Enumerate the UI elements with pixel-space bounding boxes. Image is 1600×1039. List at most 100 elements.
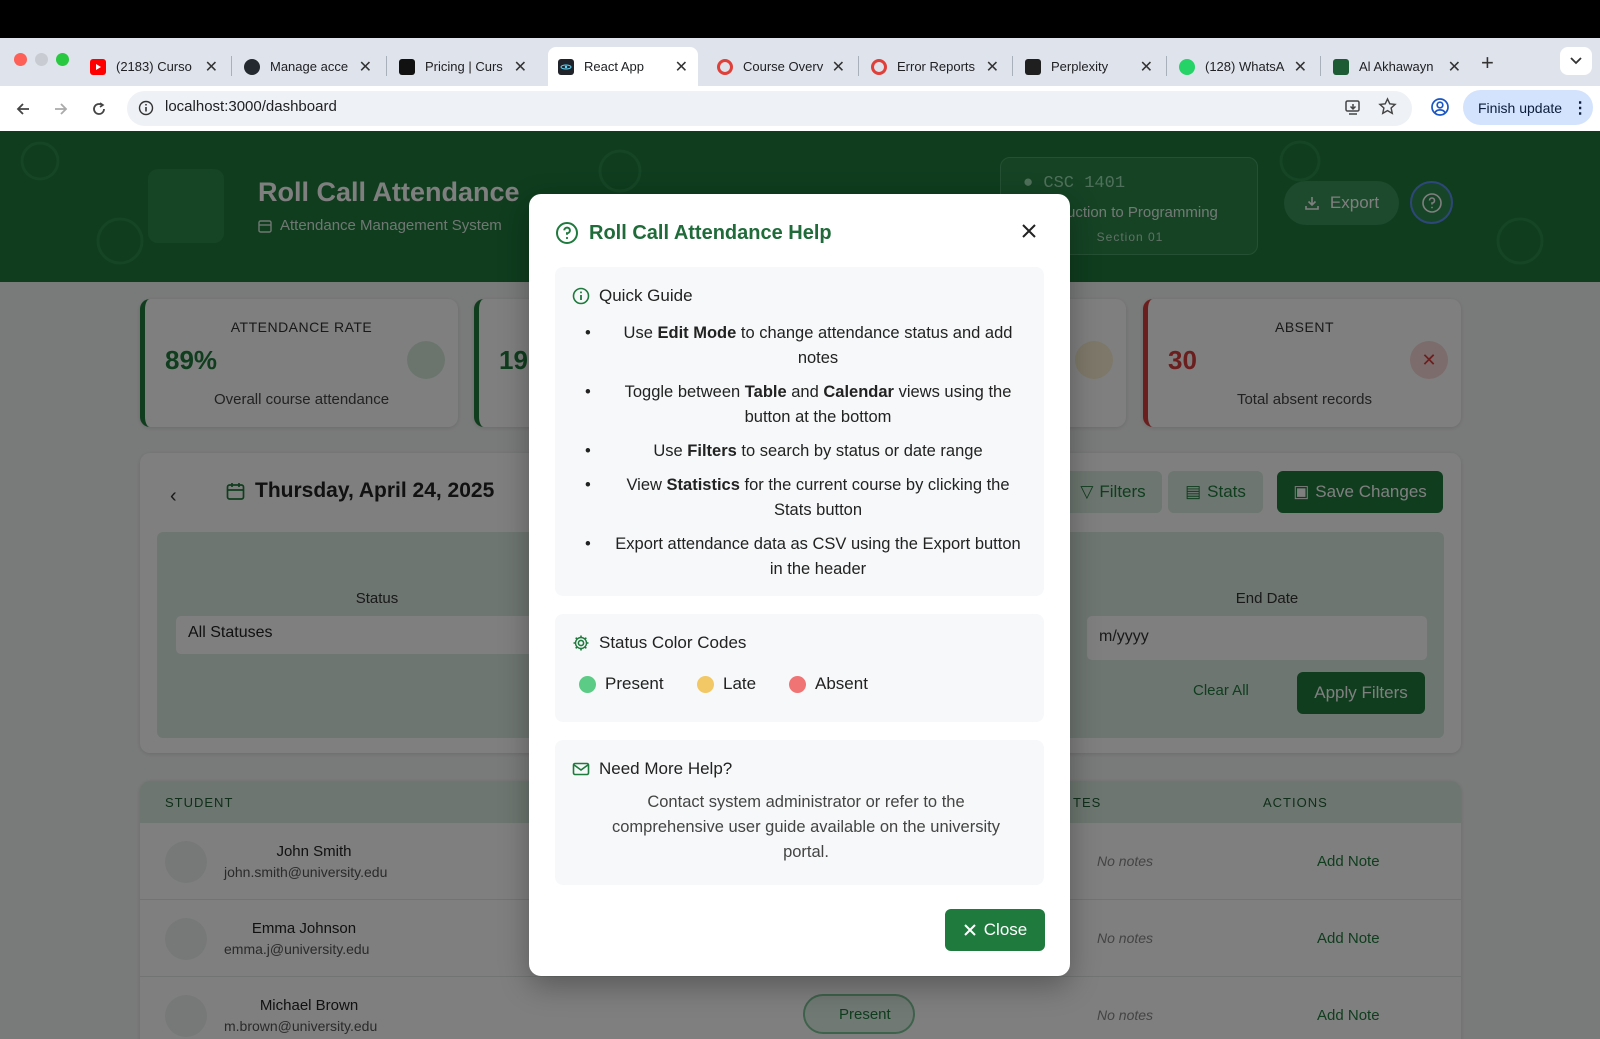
chevron-down-icon (1570, 57, 1582, 65)
need-help-header: Need More Help? (572, 759, 732, 779)
github-icon (244, 58, 260, 75)
tab-title: Course Overv (743, 59, 824, 74)
quick-guide-header: Quick Guide (572, 286, 693, 306)
legend-label: Absent (815, 674, 868, 693)
close-tab-icon[interactable]: ✕ (1448, 57, 1461, 77)
absent-dot (789, 675, 806, 693)
tab-title: React App (584, 59, 644, 74)
legend-label: Present (605, 674, 664, 693)
new-tab-icon[interactable]: + (1481, 50, 1494, 76)
finish-update-label: Finish update (1478, 99, 1563, 116)
tab-title: (128) WhatsA (1205, 59, 1285, 74)
tab-divider (386, 56, 387, 76)
close-tab-icon[interactable]: ✕ (675, 57, 688, 77)
close-tab-icon[interactable]: ✕ (986, 57, 999, 77)
arrow-left-icon (16, 103, 29, 115)
maximize-window-button[interactable] (56, 53, 69, 66)
tab-title: Al Akhawayn (1359, 59, 1434, 74)
tab-search-button[interactable] (1560, 47, 1592, 75)
close-tab-icon[interactable]: ✕ (514, 57, 527, 77)
need-help-section: Need More Help? Contact system administr… (555, 740, 1044, 885)
tab-divider (1166, 56, 1167, 76)
present-dot (579, 675, 596, 693)
modal-header: Roll Call Attendance Help (555, 221, 832, 245)
browser-tab-active[interactable]: React App ✕ (548, 47, 698, 86)
close-icon (964, 924, 976, 936)
need-help-text: Contact system administrator or refer to… (612, 793, 1000, 861)
course-overview-icon (717, 58, 733, 75)
tab-divider (1320, 56, 1321, 76)
close-tab-icon[interactable]: ✕ (205, 57, 218, 77)
guide-list: Use Edit Mode to change attendance statu… (573, 321, 1035, 591)
late-dot (697, 675, 714, 693)
close-button[interactable]: Close (945, 909, 1045, 951)
color-codes-title: Status Color Codes (599, 633, 747, 652)
browser-tab[interactable]: Al Akhawayn ✕ (1323, 47, 1471, 86)
back-button[interactable] (10, 96, 36, 122)
reload-icon (93, 102, 105, 115)
color-codes-header: Status Color Codes (572, 633, 746, 653)
modal-title: Roll Call Attendance Help (589, 221, 832, 244)
error-reports-icon (871, 58, 887, 75)
guide-item: Export attendance data as CSV using the … (573, 532, 1035, 582)
tab-title: Perplexity (1051, 59, 1109, 74)
finish-update-button[interactable]: Finish update ⋮ (1463, 90, 1593, 125)
guide-item: Use Edit Mode to change attendance statu… (573, 321, 1035, 371)
help-modal: Roll Call Attendance Help Quick Guide Us… (529, 194, 1070, 976)
browser-tab[interactable]: Manage acce ✕ (234, 47, 382, 86)
browser-tab[interactable]: Course Overv ✕ (707, 47, 855, 86)
legend-present: Present (579, 674, 664, 694)
site-info-icon[interactable] (138, 100, 154, 116)
forward-button[interactable] (48, 96, 74, 122)
close-tab-icon[interactable]: ✕ (1140, 57, 1153, 77)
bookmark-star-icon[interactable] (1378, 97, 1397, 116)
quick-guide-title: Quick Guide (599, 286, 693, 305)
tab-title: Pricing | Curs (425, 59, 503, 74)
browser-tab[interactable]: Error Reports ✕ (861, 47, 1009, 86)
tab-divider (858, 56, 859, 76)
more-menu-icon[interactable]: ⋮ (1572, 98, 1588, 118)
browser-tab[interactable]: (2183) Curso ✕ (80, 47, 228, 86)
profile-icon[interactable] (1430, 97, 1450, 117)
arrow-right-icon (55, 103, 68, 115)
close-tab-icon[interactable]: ✕ (1294, 57, 1307, 77)
close-window-button[interactable] (14, 53, 27, 66)
whatsapp-icon (1179, 58, 1195, 75)
url-text: localhost:3000/dashboard (165, 98, 337, 115)
mail-icon (572, 762, 590, 776)
close-label: Close (983, 920, 1028, 939)
legend-label: Late (723, 674, 757, 693)
question-circle-icon (556, 222, 578, 244)
need-help-title: Need More Help? (599, 759, 733, 778)
legend-late: Late (697, 674, 756, 694)
os-top-bar (0, 0, 1600, 38)
perplexity-icon (1025, 58, 1041, 75)
status-color-codes-section: Status Color Codes Present Late Absent (555, 614, 1044, 722)
browser-tab[interactable]: Pricing | Curs ✕ (389, 47, 537, 86)
tab-divider (231, 56, 232, 76)
tab-title: (2183) Curso (116, 59, 192, 74)
react-icon (558, 58, 574, 75)
guide-item: Toggle between Table and Calendar views … (573, 380, 1035, 430)
tab-title: Error Reports (897, 59, 976, 74)
browser-tab[interactable]: (128) WhatsA ✕ (1169, 47, 1317, 86)
reload-button[interactable] (86, 96, 112, 122)
gear-icon (573, 635, 589, 651)
guide-item: Use Filters to search by status or date … (573, 439, 1035, 464)
browser-tab[interactable]: Perplexity ✕ (1015, 47, 1163, 86)
close-tab-icon[interactable]: ✕ (359, 57, 372, 77)
legend-absent: Absent (789, 674, 868, 694)
close-tab-icon[interactable]: ✕ (832, 57, 845, 77)
tab-title: Manage acce (270, 59, 349, 74)
youtube-icon (90, 58, 106, 75)
tab-divider (1012, 56, 1013, 76)
guide-item: View Statistics for the current course b… (573, 473, 1035, 523)
install-app-icon[interactable] (1344, 98, 1362, 116)
cursor-icon (399, 58, 415, 75)
university-icon (1333, 58, 1349, 75)
close-modal-button[interactable] (1019, 221, 1039, 241)
minimize-window-button[interactable] (35, 53, 48, 66)
close-icon (1022, 224, 1036, 238)
info-icon (572, 287, 590, 305)
quick-guide-section: Quick Guide Use Edit Mode to change atte… (555, 267, 1044, 596)
